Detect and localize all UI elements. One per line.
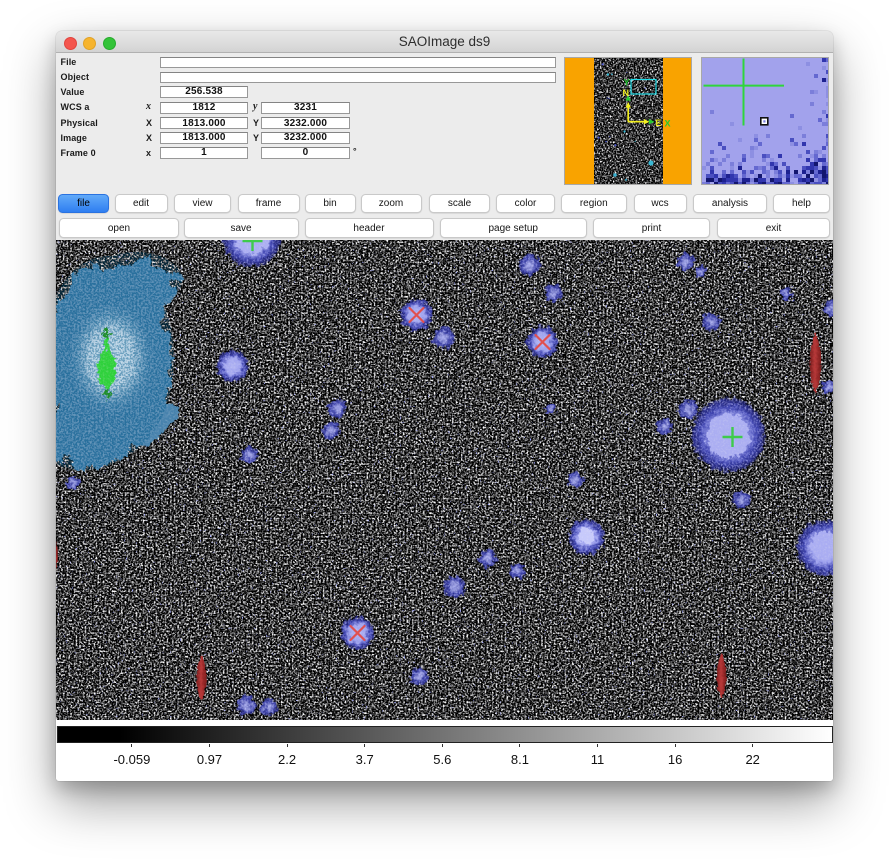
svg-text:E: E (656, 118, 662, 128)
svg-text:Y: Y (624, 78, 630, 88)
svg-text:N: N (623, 88, 630, 98)
svg-text:X: X (665, 119, 671, 129)
